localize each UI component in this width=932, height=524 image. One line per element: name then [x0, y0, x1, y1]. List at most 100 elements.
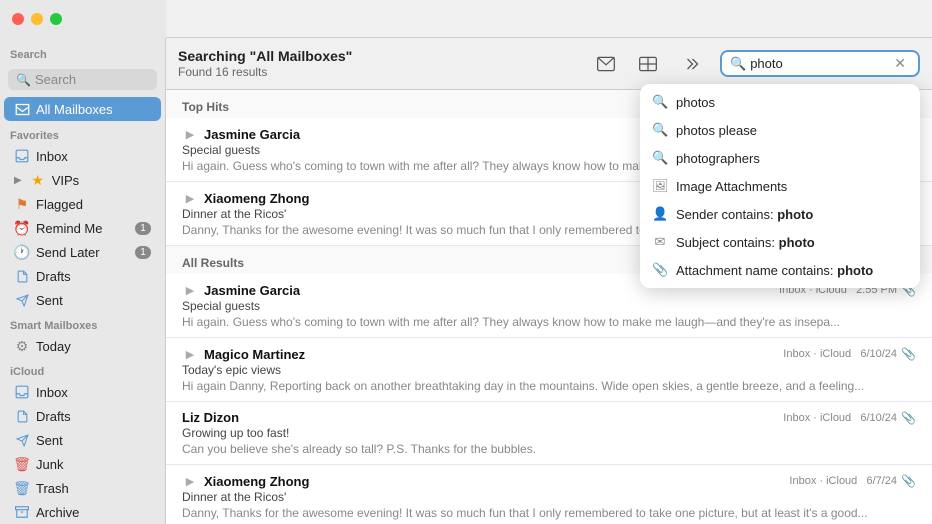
- email-subject-all-4: Dinner at the Ricos': [182, 490, 916, 504]
- dropdown-mail-icon: ✉: [652, 234, 668, 250]
- email-preview-all-1: Hi again. Guess who's coming to town wit…: [182, 315, 916, 329]
- dropdown-item-sender-contains[interactable]: 👤 Sender contains: photo: [640, 200, 920, 228]
- junk-icon: 🗑: [14, 456, 30, 472]
- smart-mailboxes-section-label: Smart Mailboxes: [0, 312, 165, 334]
- email-clip-all-4: 📎: [901, 474, 916, 488]
- dropdown-person-icon: 👤: [652, 206, 668, 222]
- sidebar-item-icloud-sent[interactable]: Sent: [4, 429, 161, 451]
- inbox-icon: [14, 148, 30, 164]
- email-meta-all-2: Inbox · iCloud 6/10/24: [783, 348, 897, 360]
- dropdown-item-photographers[interactable]: 🔍 photographers: [640, 144, 920, 172]
- sidebar-item-remind-me[interactable]: ⏰ Remind Me 1: [4, 217, 161, 239]
- dropdown-text-sender-contains: Sender contains: photo: [676, 207, 813, 222]
- sidebar-item-icloud-drafts[interactable]: Drafts: [4, 405, 161, 427]
- sidebar-today-label: Today: [36, 339, 151, 354]
- sidebar-send-later-label: Send Later: [36, 245, 129, 260]
- dropdown-item-subject-contains[interactable]: ✉ Subject contains: photo: [640, 228, 920, 256]
- sidebar-sent-label: Sent: [36, 293, 151, 308]
- search-dropdown: 🔍 photos 🔍 photos please 🔍 photographers…: [640, 84, 920, 288]
- sidebar-inbox-label: Inbox: [36, 149, 151, 164]
- remind-me-icon: ⏰: [14, 220, 30, 236]
- sidebar-item-drafts[interactable]: Drafts: [4, 265, 161, 287]
- sidebar-icloud-sent-label: Sent: [36, 433, 151, 448]
- toolbar-subtitle: Found 16 results: [178, 65, 352, 79]
- toolbar-title-block: Searching "All Mailboxes" Found 16 resul…: [178, 48, 352, 79]
- main-area: Searching "All Mailboxes" Found 16 resul…: [166, 0, 932, 524]
- trash-icon: 🗑: [14, 480, 30, 496]
- sidebar-item-send-later[interactable]: 🕐 Send Later 1: [4, 241, 161, 263]
- sidebar-item-flagged[interactable]: ⚑ Flagged: [4, 193, 161, 215]
- email-thread-icon-all-2: ▶: [182, 346, 198, 362]
- toolbar-left: Searching "All Mailboxes" Found 16 resul…: [178, 48, 584, 79]
- close-button[interactable]: [12, 13, 24, 25]
- remind-me-badge: 1: [135, 222, 151, 235]
- minimize-button[interactable]: [31, 13, 43, 25]
- search-container: 🔍 ✕ 🔍 photos 🔍 photos please 🔍 photograp…: [720, 50, 920, 77]
- archive-icon: [14, 504, 30, 520]
- compose-button[interactable]: [634, 50, 662, 78]
- dropdown-text-photographers: photographers: [676, 151, 760, 166]
- dropdown-text-subject-contains: Subject contains: photo: [676, 235, 815, 250]
- email-subject-all-2: Today's epic views: [182, 363, 916, 377]
- search-input[interactable]: [750, 56, 890, 71]
- search-input-wrap[interactable]: 🔍 ✕: [720, 50, 920, 77]
- icloud-section-label: iCloud: [0, 358, 165, 380]
- sidebar-item-icloud-inbox[interactable]: Inbox: [4, 381, 161, 403]
- all-mailboxes-label: All Mailboxes: [36, 102, 151, 117]
- email-item-all-3[interactable]: Liz Dizon Inbox · iCloud 6/10/24 📎 Growi…: [166, 402, 932, 465]
- send-later-icon: 🕐: [14, 244, 30, 260]
- email-subject-all-1: Special guests: [182, 299, 916, 313]
- sidebar-search-section-label: Search: [0, 41, 165, 63]
- sidebar-remind-me-label: Remind Me: [36, 221, 129, 236]
- dropdown-item-photos-please[interactable]: 🔍 photos please: [640, 116, 920, 144]
- sidebar-search-icon: 🔍: [16, 73, 31, 87]
- icloud-sent-icon: [14, 432, 30, 448]
- sidebar: Search 🔍 Search All Mailboxes Favorites …: [0, 0, 166, 524]
- sidebar-icloud-junk-label: Junk: [36, 457, 151, 472]
- sidebar-item-inbox[interactable]: Inbox: [4, 145, 161, 167]
- sidebar-search-input-wrap[interactable]: 🔍 Search: [8, 69, 157, 90]
- email-thread-icon-1: ▶: [182, 126, 198, 142]
- vip-star-icon: ★: [30, 172, 46, 188]
- toolbar-title: Searching "All Mailboxes": [178, 48, 352, 64]
- dropdown-search-icon-2: 🔍: [652, 122, 668, 138]
- dropdown-item-image-attachments[interactable]: 🖼 Image Attachments: [640, 172, 920, 200]
- icloud-drafts-icon: [14, 408, 30, 424]
- sidebar-flagged-label: Flagged: [36, 197, 151, 212]
- drafts-icon: [14, 268, 30, 284]
- today-icon: ⚙: [14, 338, 30, 354]
- email-item-all-2[interactable]: ▶ Magico Martinez Inbox · iCloud 6/10/24…: [166, 338, 932, 402]
- sidebar-item-sent[interactable]: Sent: [4, 289, 161, 311]
- sidebar-icloud-inbox-label: Inbox: [36, 385, 151, 400]
- dropdown-text-attachment-contains: Attachment name contains: photo: [676, 263, 873, 278]
- sidebar-item-vips[interactable]: ▶ ★ VIPs: [4, 169, 161, 191]
- sidebar-item-icloud-trash[interactable]: 🗑 Trash: [4, 477, 161, 499]
- sidebar-icloud-trash-label: Trash: [36, 481, 151, 496]
- email-sender-all-4: Xiaomeng Zhong: [204, 474, 781, 489]
- sidebar-item-icloud-archive[interactable]: Archive: [4, 501, 161, 523]
- expand-button[interactable]: [676, 50, 704, 78]
- email-sender-all-2: Magico Martinez: [204, 347, 775, 362]
- sidebar-item-today[interactable]: ⚙ Today: [4, 335, 161, 357]
- sidebar-item-all-mailboxes[interactable]: All Mailboxes: [4, 97, 161, 121]
- all-mailboxes-icon: [14, 101, 30, 117]
- email-item-all-4[interactable]: ▶ Xiaomeng Zhong Inbox · iCloud 6/7/24 📎…: [166, 465, 932, 524]
- search-clear-button[interactable]: ✕: [894, 55, 906, 72]
- sidebar-search-section: 🔍 Search: [0, 63, 165, 96]
- email-clip-all-2: 📎: [901, 347, 916, 361]
- dropdown-text-photos: photos: [676, 95, 715, 110]
- dropdown-paperclip-icon: 📎: [652, 262, 668, 278]
- dropdown-item-photos[interactable]: 🔍 photos: [640, 88, 920, 116]
- sidebar-drafts-label: Drafts: [36, 269, 151, 284]
- dropdown-search-icon-1: 🔍: [652, 94, 668, 110]
- sidebar-item-icloud-junk[interactable]: 🗑 Junk: [4, 453, 161, 475]
- email-thread-icon-2: ▶: [182, 190, 198, 206]
- email-meta-all-4: Inbox · iCloud 6/7/24: [789, 475, 897, 487]
- new-message-button[interactable]: [592, 50, 620, 78]
- flag-icon: ⚑: [14, 196, 30, 212]
- toolbar-buttons: [592, 50, 704, 78]
- email-thread-icon-all-1: ▶: [182, 282, 198, 298]
- maximize-button[interactable]: [50, 13, 62, 25]
- search-icon: 🔍: [730, 56, 746, 72]
- dropdown-item-attachment-contains[interactable]: 📎 Attachment name contains: photo: [640, 256, 920, 284]
